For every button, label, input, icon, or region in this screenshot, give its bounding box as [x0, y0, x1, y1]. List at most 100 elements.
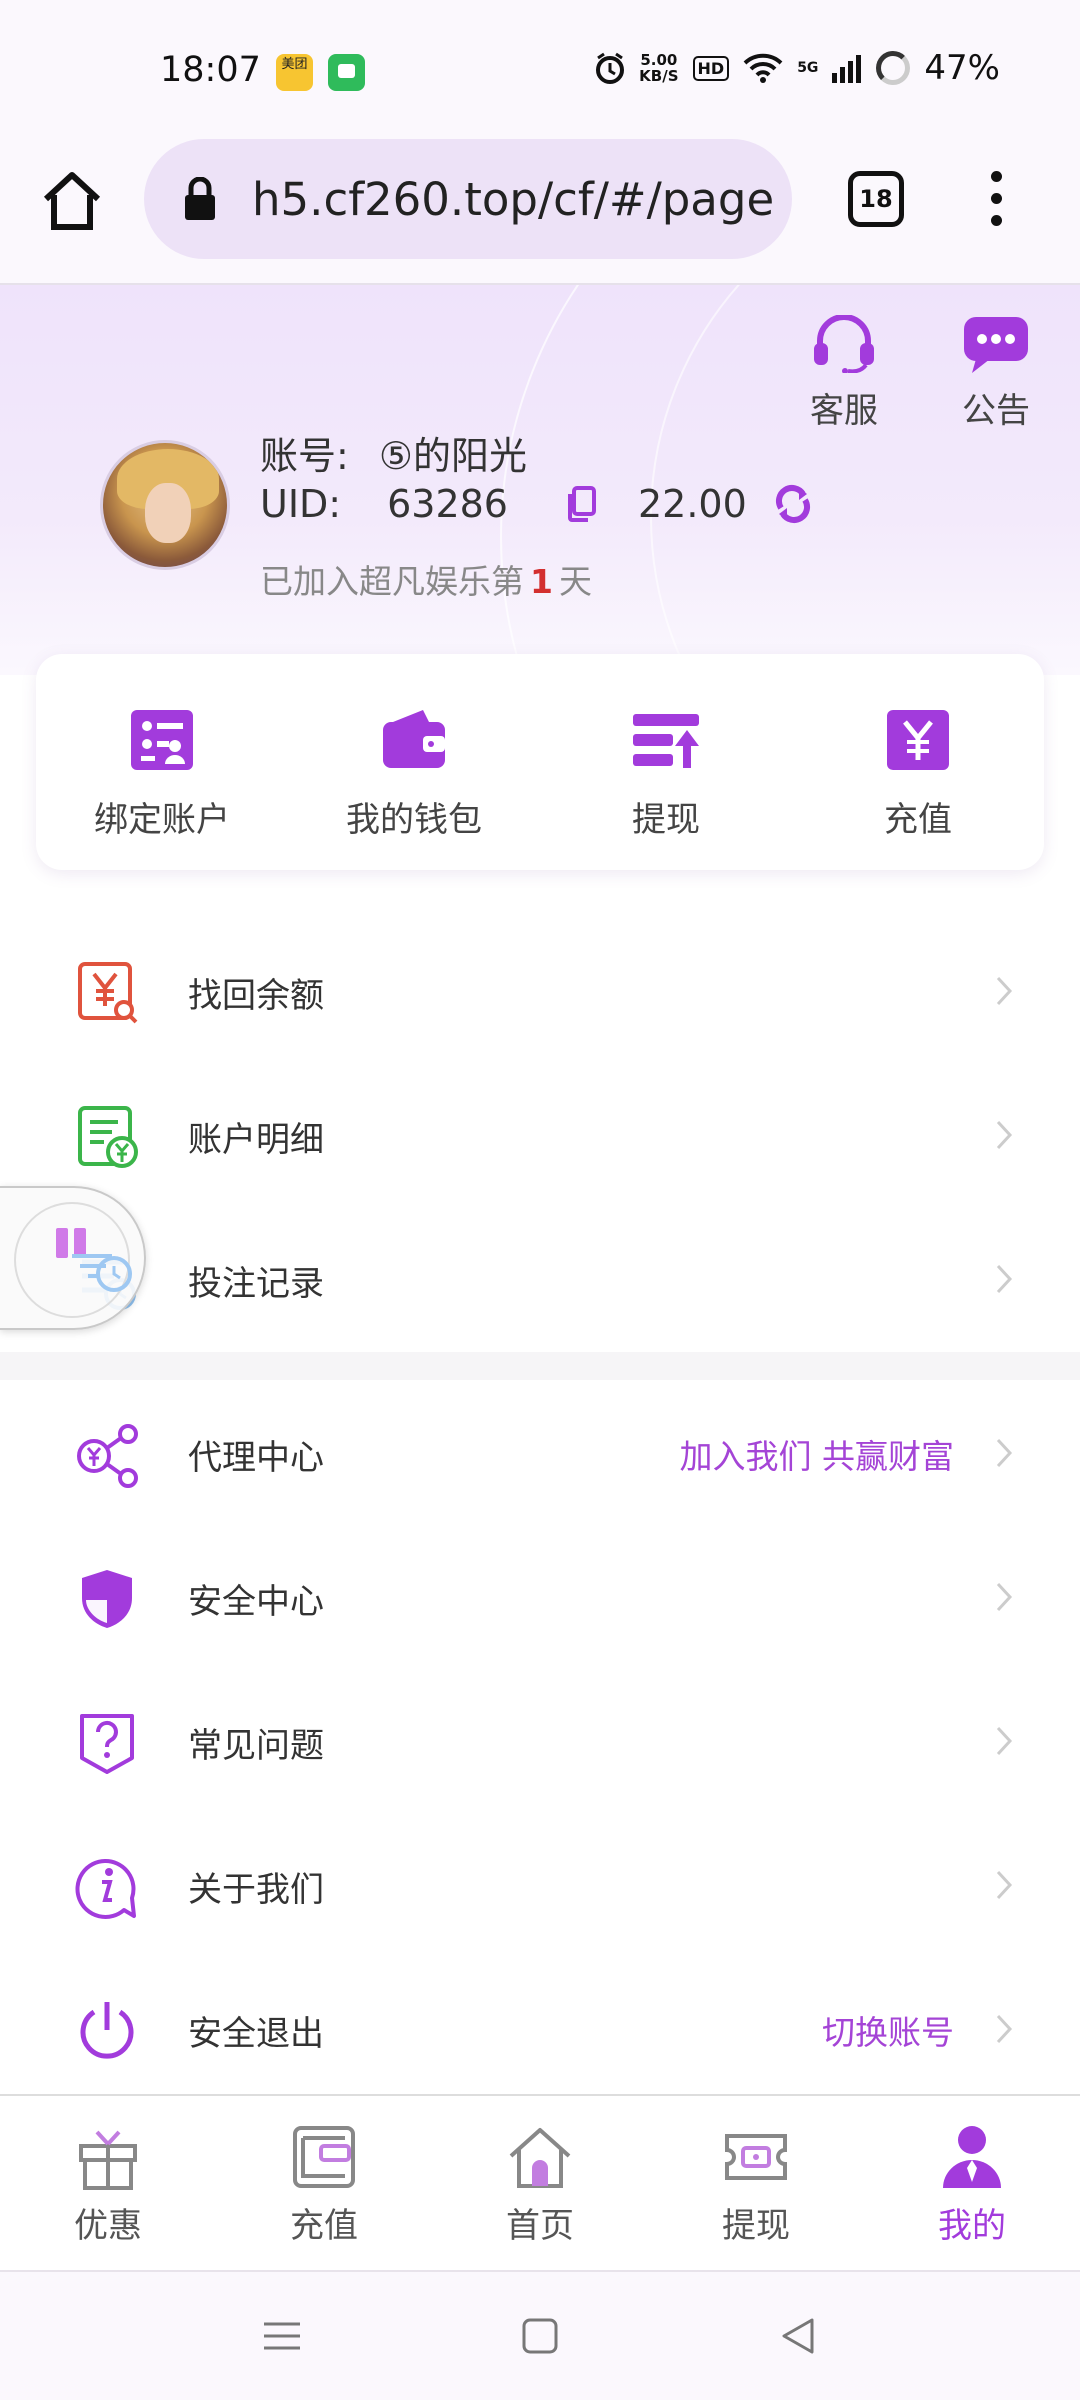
customer-service-button[interactable]: 客服 [784, 314, 904, 432]
menu-label-bet-records: 投注记录 [188, 1264, 324, 1304]
signal-icon [832, 55, 862, 83]
menu-label-faq: 常见问题 [188, 1726, 324, 1766]
status-bar: 18:07 美团 5.00 KB/S HD 5G 47% [0, 0, 1080, 135]
refresh-icon[interactable] [773, 484, 813, 524]
info-icon [75, 1859, 136, 1919]
browser-toolbar: h5.cf260.top/cf/#/pages 18 [0, 135, 1080, 285]
tab-mine[interactable]: 我的 [864, 2096, 1080, 2270]
shield-icon [82, 1570, 132, 1628]
menu-label-logout: 安全退出 [188, 2014, 324, 2054]
withdraw-icon [633, 714, 699, 768]
power-icon [80, 2002, 134, 2059]
lock-icon [185, 177, 215, 220]
menu-item-recover-balance[interactable]: 找回余额 [0, 918, 1080, 1062]
announcement-label: 公告 [962, 391, 1030, 431]
ticket-icon [725, 2134, 787, 2180]
recharge-icon [887, 710, 949, 770]
back-triangle-icon[interactable] [778, 2316, 818, 2356]
meituan-label: 美团 [281, 57, 308, 72]
account-name: ⑤的阳光 [378, 434, 527, 478]
account-line: 账号: ⑤的阳光 [260, 425, 527, 480]
wifi-icon [743, 53, 783, 83]
copy-icon[interactable] [566, 486, 596, 522]
meituan-notification-icon: 美团 [276, 54, 313, 91]
url-bar[interactable]: h5.cf260.top/cf/#/pages [144, 139, 792, 259]
tab-withdraw[interactable]: 提现 [648, 2096, 864, 2270]
balance-value: 22.00 [637, 482, 747, 526]
menu-item-account-details[interactable]: 账户明细 [0, 1062, 1080, 1206]
tab-label-mine: 我的 [938, 2206, 1006, 2246]
account-details-icon [78, 1106, 138, 1168]
tab-label-withdraw: 提现 [722, 2206, 790, 2246]
profile-header: 客服 公告 账号: ⑤的阳光 UID: 63286 22.00 已加入超凡娱乐第… [0, 285, 1080, 675]
chevron-right-icon [996, 1438, 1013, 1468]
tab-label-recharge: 充值 [290, 2206, 358, 2246]
wallet-label: 我的钱包 [346, 800, 482, 840]
tab-home[interactable]: 首页 [432, 2096, 648, 2270]
agent-center-icon [77, 1424, 138, 1488]
tab-switcher-button[interactable]: 18 [848, 171, 904, 227]
account-label: 账号: [260, 434, 349, 478]
recover-balance-icon [78, 962, 138, 1024]
chevron-right-icon [996, 1582, 1013, 1612]
floating-assistant-button[interactable] [0, 1186, 146, 1330]
message-notification-icon [328, 54, 365, 91]
gift-icon [79, 2130, 137, 2190]
customer-service-label: 客服 [810, 391, 878, 431]
recents-menu-icon[interactable] [262, 2316, 302, 2356]
withdraw-label: 提现 [632, 800, 700, 840]
floating-assistant-icon [56, 1228, 132, 1292]
agent-center-promo: 加入我们 共赢财富 [679, 1437, 955, 1476]
recharge-label: 充值 [884, 800, 952, 840]
chevron-right-icon [996, 1870, 1013, 1900]
switch-account-link[interactable]: 切换账号 [822, 2006, 954, 2054]
tab-promotions[interactable]: 优惠 [0, 2096, 216, 2270]
menu-item-agent-center[interactable]: 代理中心 加入我们 共赢财富 [0, 1380, 1080, 1524]
bind-account-button[interactable]: 绑定账户 [36, 654, 288, 870]
tab-label-home: 首页 [506, 2206, 574, 2246]
network-speed: 5.00 KB/S [639, 52, 678, 84]
status-time: 18:07 [160, 50, 261, 90]
browser-menu-icon[interactable] [978, 171, 1014, 231]
menu-item-faq[interactable]: 常见问题 [0, 1668, 1080, 1812]
joined-suffix: 天 [558, 562, 592, 601]
announcement-button[interactable]: 公告 [936, 315, 1056, 432]
joined-days: 1 [530, 562, 553, 601]
headset-icon [814, 314, 874, 374]
chevron-right-icon [996, 1726, 1013, 1756]
home-square-icon[interactable] [520, 2316, 560, 2356]
tab-recharge[interactable]: 充值 [216, 2096, 432, 2270]
bind-account-icon [131, 710, 193, 770]
wallet-icon [383, 710, 445, 768]
chevron-right-icon [996, 1120, 1013, 1150]
chevron-right-icon [996, 2014, 1013, 2044]
network-speed-unit: KB/S [639, 67, 679, 85]
menu-label-recover-balance: 找回余额 [188, 976, 324, 1016]
menu-item-bet-records[interactable]: 投注记录 [0, 1206, 1080, 1350]
joined-prefix: 已加入超凡娱乐第 [260, 562, 524, 601]
network-speed-value: 5.00 [640, 51, 678, 69]
uid-label: UID: [260, 482, 342, 526]
chevron-right-icon [996, 1264, 1013, 1294]
url-text[interactable]: h5.cf260.top/cf/#/pages [252, 173, 772, 226]
bottom-tab-bar: 优惠 充值 首页 提现 我的 [0, 2094, 1080, 2270]
home-icon [509, 2128, 571, 2188]
wallet-button[interactable]: 我的钱包 [288, 654, 540, 870]
question-icon [80, 1714, 134, 1774]
recharge-button[interactable]: 充值 [792, 654, 1044, 870]
browser-home-icon[interactable] [40, 169, 104, 233]
menu-label-account-details: 账户明细 [188, 1120, 324, 1160]
tab-label-promotions: 优惠 [74, 2206, 142, 2246]
chevron-right-icon [996, 976, 1013, 1006]
joined-days-line: 已加入超凡娱乐第 1 天 [260, 555, 592, 603]
wallet-card-icon [293, 2126, 355, 2188]
menu-item-logout[interactable]: 安全退出 切换账号 [0, 1956, 1080, 2100]
quick-actions-card: 绑定账户 我的钱包 提现 充值 [36, 654, 1044, 870]
menu-item-security-center[interactable]: 安全中心 [0, 1524, 1080, 1668]
battery-icon [876, 51, 911, 85]
avatar[interactable] [100, 440, 230, 570]
battery-level: 47% [924, 48, 1000, 88]
withdraw-button[interactable]: 提现 [540, 654, 792, 870]
menu-item-about-us[interactable]: 关于我们 [0, 1812, 1080, 1956]
bind-account-label: 绑定账户 [94, 800, 230, 840]
